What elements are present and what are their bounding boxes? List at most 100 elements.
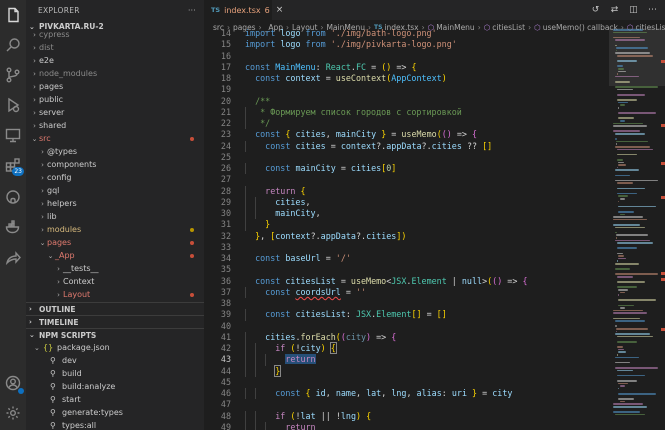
code-line[interactable]: 24 const cities = context?.appData?.citi… [204,140,609,152]
code-line[interactable]: 23 const { cities, mainCity } = useMemo(… [204,129,609,140]
code-editor[interactable]: 14 import logo from './img/bath-logo.png'… [204,28,609,430]
tree-item[interactable]: › node_modules [26,67,204,80]
extensions-icon[interactable]: 23 [4,156,24,176]
minimap-line [616,182,633,184]
account-icon[interactable] [4,374,24,394]
tree-item[interactable]: › dist [26,41,204,54]
npm-script-item[interactable]: ⚲ build:analyze [26,380,204,393]
docker-icon[interactable] [4,218,22,236]
code-line[interactable]: 36 const citiesList = useMemo<JSX.Elemen… [204,276,609,287]
code-line[interactable]: 32 }, [context?.appData?.cities]) [204,231,609,242]
remote-explorer-icon[interactable] [4,126,22,144]
tree-item[interactable]: › gql [26,184,204,197]
more-actions-icon[interactable]: ⋯ [646,3,659,16]
more-actions-icon[interactable]: ··· [188,6,196,15]
search-icon[interactable] [4,36,22,54]
tree-item[interactable]: › config [26,171,204,184]
code-line[interactable]: 46 const { id, name, lat, lng, alias: ur… [204,388,609,400]
minimap-line [616,94,646,96]
code-line[interactable]: 47 [204,399,609,410]
code-line[interactable]: 43 return [204,354,609,366]
npm-scripts-section-header[interactable]: ⌄ NPM SCRIPTS [26,328,204,341]
code-line[interactable]: 22 */ [204,118,609,130]
code-line[interactable]: 29 cities, [204,196,609,208]
tree-item[interactable]: › shared [26,119,204,132]
chevron-right-icon: › [33,69,36,78]
line-number: 25 [220,151,231,162]
minimap-error-marker [661,196,665,199]
line-number: 46 [220,388,231,398]
code-line[interactable]: 44 } [204,364,609,377]
tree-item[interactable]: ⌄ _App [26,249,204,262]
npm-script-item[interactable]: ⚲ build [26,367,204,380]
outline-section-header[interactable]: › OUTLINE [26,302,204,315]
npm-script-item[interactable]: ⚲ start [26,393,204,406]
code-line[interactable]: 26 const mainCity = cities[0] [204,163,609,175]
code-line[interactable]: 18 const context = useContext(AppContext… [204,73,609,84]
code-line[interactable]: 34 const baseUrl = '/' [204,253,609,264]
chevron-right-icon: › [57,277,60,286]
code-line[interactable]: 41 cities.forEach((city) => { [204,331,609,343]
timeline-title: TIMELINE [39,317,79,327]
code-line[interactable]: 31 } [204,219,609,231]
code-line[interactable]: 30 mainCity, [204,208,609,220]
tree-item[interactable]: › public [26,93,204,106]
code-line[interactable]: 33 [204,242,609,253]
code-line[interactable]: 28 return { [204,185,609,197]
code-line[interactable]: 20 /** [204,96,609,107]
code-line[interactable]: 39 const citiesList: JSX.Element[] = [] [204,309,609,321]
code-line[interactable]: 25 [204,152,609,163]
code-line[interactable]: 15 import logo from './img/pivkarta-logo.… [204,39,609,50]
npm-package-json[interactable]: ⌄ {} package.json [26,341,204,354]
minimap-line [614,174,630,177]
tree-item[interactable]: › cypress [26,28,204,41]
tree-item[interactable]: › lib [26,210,204,223]
code-line[interactable]: 40 [204,321,609,332]
npm-script-item[interactable]: ⚲ generate:types [26,406,204,419]
source-control-icon[interactable] [4,66,22,84]
line-number: 30 [220,208,231,218]
close-icon[interactable]: × [276,5,284,15]
code-line[interactable]: 35 [204,264,609,275]
code-line[interactable]: 48 if (!lat || !lng) { [204,410,609,422]
code-line[interactable]: 38 [204,298,609,309]
tree-item[interactable]: › components [26,158,204,171]
code-line[interactable]: 14 import logo from './img/bath-logo.png' [204,28,609,39]
code-line[interactable]: 19 [204,84,609,95]
tree-item[interactable]: › modules [26,223,204,236]
minimap-line [616,159,623,161]
code-text: const MainMenu: React.FC = () => { [245,61,417,72]
code-line[interactable]: 45 [204,377,609,388]
minimap[interactable] [609,28,665,430]
tree-item[interactable]: › pages [26,80,204,93]
code-line[interactable]: 16 [204,51,609,62]
settings-gear-icon[interactable] [4,404,22,422]
tab-index-tsx[interactable]: TS index.tsx 6 × [204,0,283,20]
code-line[interactable]: 21 * Формируем список городов с сортиров… [204,106,609,118]
code-line[interactable]: 42 if (!city) { [204,342,609,355]
chevron-right-icon: › [33,121,36,130]
code-line[interactable]: 17 const MainMenu: React.FC = () => { [204,62,609,73]
tree-item[interactable]: › server [26,106,204,119]
tree-item[interactable]: › @types [26,145,204,158]
npm-script-item[interactable]: ⚲ types:all [26,419,204,430]
timeline-section-header[interactable]: › TIMELINE [26,315,204,328]
files-icon[interactable] [4,6,22,24]
run-debug-icon[interactable] [4,96,22,114]
code-line[interactable]: 27 [204,174,609,185]
tree-item[interactable]: ⌄ pages [26,236,204,249]
code-line[interactable]: 37 const coordsUrl = '' [204,286,609,298]
split-editor-icon[interactable]: ◫ [627,3,640,16]
open-changes-icon[interactable]: ⇄ [608,3,621,16]
tree-item[interactable]: › helpers [26,197,204,210]
github-icon[interactable] [4,188,22,206]
code-line[interactable]: 49 return [204,421,609,430]
tree-item[interactable]: › Context [26,275,204,288]
tree-item[interactable]: › e2e [26,54,204,67]
tree-item[interactable]: › Layout [26,288,204,301]
timeline-history-icon[interactable]: ↺ [589,3,602,16]
tree-item[interactable]: ⌄ src [26,132,204,145]
tree-item[interactable]: › __tests__ [26,262,204,275]
live-share-icon[interactable] [4,250,22,268]
npm-script-item[interactable]: ⚲ dev [26,354,204,367]
